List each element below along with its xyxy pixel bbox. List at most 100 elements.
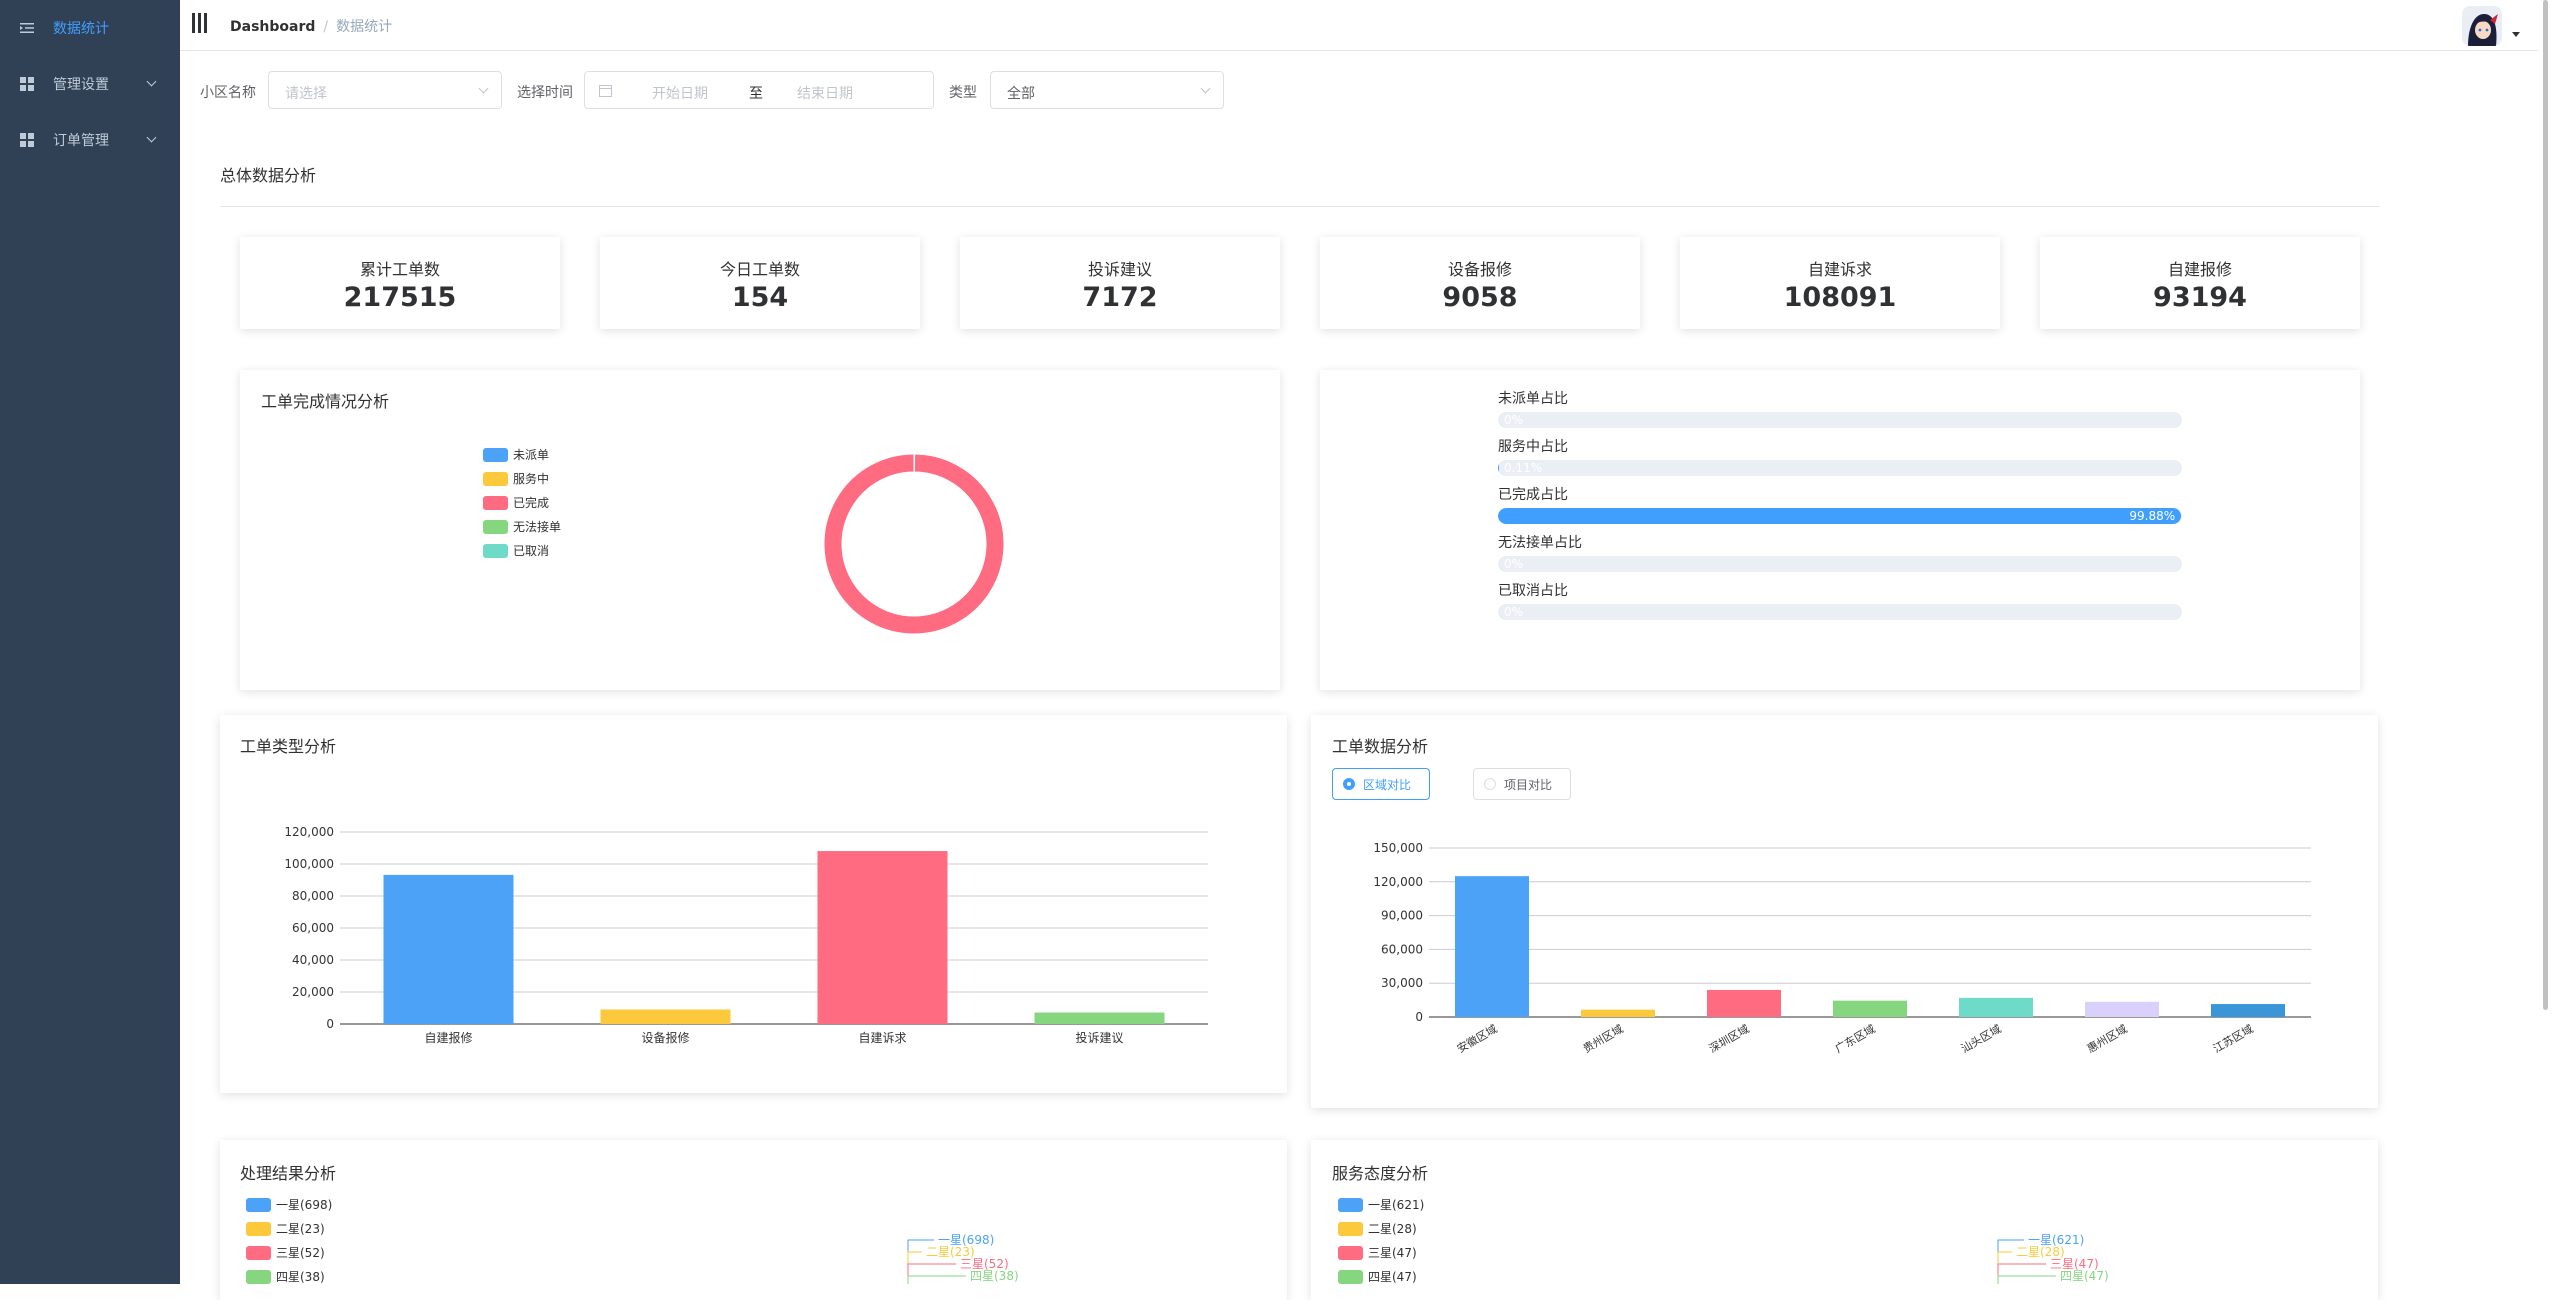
ratio-label: 已取消占比 bbox=[1498, 583, 1568, 599]
sidebar-item-settings[interactable]: 管理设置 bbox=[0, 56, 180, 112]
y-tick-label: 150,000 bbox=[1373, 841, 1423, 855]
chevron-down-icon bbox=[1200, 83, 1211, 94]
legend-item[interactable]: 二星(28) bbox=[1338, 1220, 1417, 1237]
legend-swatch bbox=[483, 471, 508, 486]
ratio-label: 服务中占比 bbox=[1498, 439, 1568, 455]
result-panel-title: 处理结果分析 bbox=[240, 1164, 337, 1183]
pie-slice-label: 四星(38) bbox=[970, 1269, 1019, 1283]
legend-item[interactable]: 无法接单 bbox=[483, 518, 561, 535]
legend-item[interactable]: 一星(698) bbox=[246, 1196, 332, 1213]
legend-item[interactable]: 三星(52) bbox=[246, 1244, 325, 1261]
bar[interactable] bbox=[1034, 1012, 1165, 1024]
sidebar-item-label: 数据统计 bbox=[53, 21, 109, 37]
bar[interactable] bbox=[1959, 997, 2033, 1017]
ratio-percent: 0% bbox=[1504, 557, 1524, 571]
completion-title: 工单完成情况分析 bbox=[261, 392, 390, 411]
stat-label: 投诉建议 bbox=[1087, 260, 1152, 279]
project-compare-radio[interactable]: 项目对比 bbox=[1473, 768, 1571, 800]
ratio-label: 无法接单占比 bbox=[1498, 535, 1582, 551]
y-tick-label: 120,000 bbox=[1373, 875, 1423, 889]
bar[interactable] bbox=[817, 851, 948, 1024]
type-select-value: 全部 bbox=[1007, 86, 1035, 102]
legend-swatch bbox=[246, 1221, 271, 1236]
ratio-percent: 0% bbox=[1504, 413, 1524, 427]
chevron-down-icon bbox=[146, 76, 157, 87]
region-compare-radio[interactable]: 区域对比 bbox=[1332, 768, 1430, 800]
hamburger-icon[interactable] bbox=[192, 13, 208, 33]
legend-item[interactable]: 已取消 bbox=[483, 542, 549, 559]
x-tick-label: 惠州区域 bbox=[2084, 1021, 2129, 1055]
pie-label-line bbox=[907, 1251, 922, 1284]
ratio-progress-fill bbox=[1498, 460, 1499, 476]
page-scrollbar-thumb[interactable] bbox=[2543, 0, 2548, 1010]
type-label: 类型 bbox=[949, 85, 977, 101]
legend-label: 已完成 bbox=[513, 496, 550, 510]
bar[interactable] bbox=[1707, 989, 1781, 1017]
stat-card-equipment: 设备报修 9058 bbox=[1320, 237, 1640, 329]
region-bar-chart: 0 30,000 60,000 90,000 120,000 150,000 安徽区域 贵州区… bbox=[1373, 841, 2311, 1056]
date-range-picker[interactable]: 开始日期 至 结束日期 bbox=[584, 71, 934, 109]
legend-label: 已取消 bbox=[513, 544, 550, 558]
y-tick-label: 60,000 bbox=[292, 921, 334, 935]
legend-label: 三星(52) bbox=[276, 1246, 325, 1260]
bar[interactable] bbox=[1455, 876, 1529, 1017]
y-tick-label: 100,000 bbox=[284, 857, 334, 871]
stat-card-today: 今日工单数 154 bbox=[600, 237, 920, 329]
stat-value: 217515 bbox=[343, 282, 457, 313]
legend-swatch bbox=[483, 543, 508, 558]
calendar-icon bbox=[599, 85, 612, 97]
bar[interactable] bbox=[600, 1009, 731, 1024]
type-select[interactable]: 全部 bbox=[990, 71, 1224, 109]
navbar: Dashboard / 数据统计 bbox=[180, 0, 2552, 51]
legend-item[interactable]: 一星(621) bbox=[1338, 1196, 1424, 1213]
menu-fold-icon bbox=[20, 23, 34, 33]
legend-swatch bbox=[1338, 1197, 1363, 1212]
legend-swatch bbox=[1338, 1221, 1363, 1236]
start-date-placeholder[interactable]: 开始日期 bbox=[652, 83, 708, 103]
data-panel-title: 工单数据分析 bbox=[1332, 737, 1429, 756]
ratio-progress-fill: 99.88% bbox=[1498, 508, 2182, 524]
completion-panel bbox=[240, 370, 1280, 690]
stat-label: 设备报修 bbox=[1447, 260, 1512, 279]
legend-item[interactable]: 四星(47) bbox=[1338, 1268, 1417, 1285]
avatar[interactable] bbox=[2462, 6, 2502, 46]
ratio-percent: 0.11% bbox=[1504, 461, 1543, 475]
legend-item[interactable]: 四星(38) bbox=[246, 1268, 325, 1285]
legend-item[interactable]: 未派单 bbox=[483, 446, 549, 463]
legend-item[interactable]: 服务中 bbox=[483, 470, 549, 487]
legend-label: 三星(47) bbox=[1368, 1246, 1417, 1260]
legend-label: 四星(38) bbox=[276, 1270, 325, 1284]
bar[interactable] bbox=[1833, 1000, 1907, 1017]
breadcrumb: Dashboard / 数据统计 bbox=[230, 16, 392, 36]
legend-label: 二星(23) bbox=[276, 1222, 325, 1236]
donut-slice[interactable] bbox=[823, 453, 1005, 635]
community-select[interactable]: 请选择 bbox=[268, 71, 502, 109]
community-label: 小区名称 bbox=[200, 85, 256, 101]
y-tick-label: 0 bbox=[1415, 1010, 1423, 1024]
end-date-placeholder[interactable]: 结束日期 bbox=[797, 83, 853, 103]
sidebar-item-statistics[interactable]: 数据统计 bbox=[0, 0, 180, 56]
bar[interactable] bbox=[1581, 1009, 1655, 1017]
bar[interactable] bbox=[2085, 1001, 2159, 1017]
grid-icon bbox=[20, 77, 34, 91]
ratio-progress-completed: 99.88% bbox=[1498, 508, 2182, 524]
breadcrumb-home[interactable]: Dashboard bbox=[230, 19, 315, 35]
x-tick-label: 安徽区域 bbox=[1454, 1021, 1499, 1055]
legend-swatch bbox=[483, 447, 508, 462]
attitude-panel-title: 服务态度分析 bbox=[1332, 1164, 1429, 1183]
legend-swatch bbox=[1338, 1245, 1363, 1260]
bar[interactable] bbox=[2211, 1004, 2285, 1017]
caret-down-icon[interactable] bbox=[2512, 32, 2520, 37]
stat-label: 今日工单数 bbox=[719, 260, 800, 279]
x-tick-label: 江苏区域 bbox=[2211, 1022, 2256, 1055]
x-tick-label: 广东区域 bbox=[1833, 1022, 1878, 1055]
legend-item[interactable]: 三星(47) bbox=[1338, 1244, 1417, 1261]
legend-item[interactable]: 二星(23) bbox=[246, 1220, 325, 1237]
legend-label: 二星(28) bbox=[1368, 1222, 1417, 1236]
time-label: 选择时间 bbox=[517, 85, 573, 101]
bar[interactable] bbox=[383, 874, 514, 1024]
breadcrumb-current: 数据统计 bbox=[336, 19, 393, 35]
legend-item[interactable]: 已完成 bbox=[483, 494, 549, 511]
type-panel-title: 工单类型分析 bbox=[240, 737, 337, 756]
sidebar-item-orders[interactable]: 订单管理 bbox=[0, 112, 180, 168]
